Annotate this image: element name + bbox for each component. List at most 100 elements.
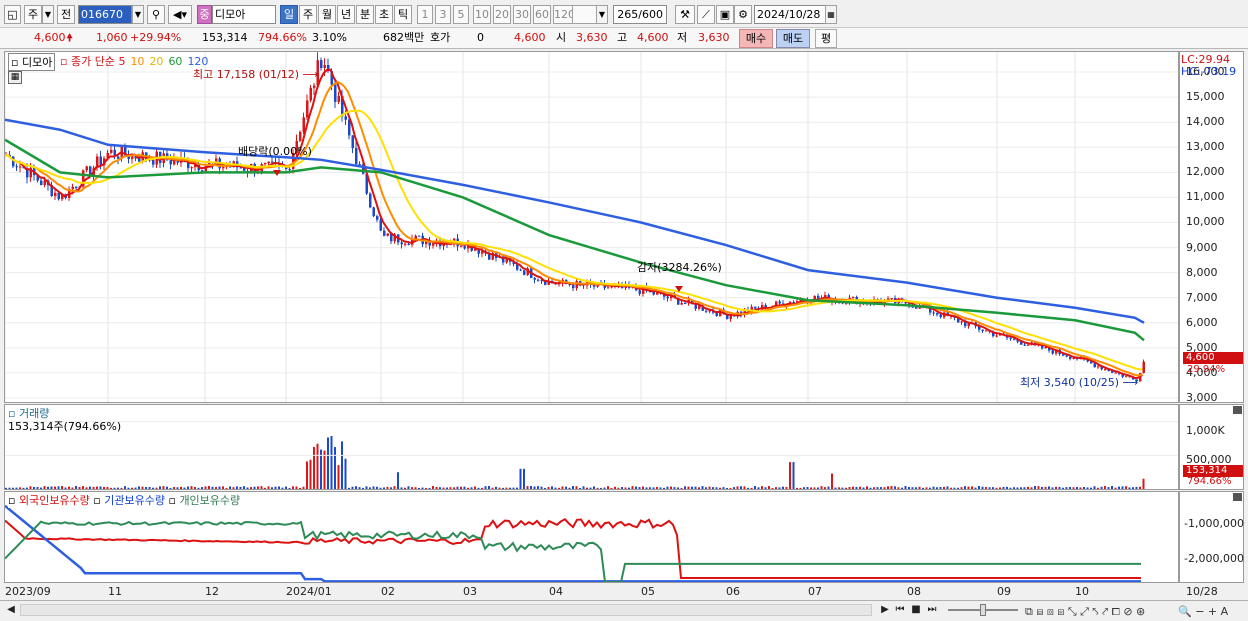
interval-button-10[interactable]: 10 bbox=[473, 5, 491, 24]
interval-button-120[interactable]: 120 bbox=[553, 5, 575, 24]
candle-body bbox=[19, 166, 22, 168]
candle-body bbox=[519, 269, 522, 271]
volume-bar bbox=[159, 486, 161, 489]
volume-bar bbox=[901, 487, 903, 489]
indicator-icon[interactable]: ⚒ bbox=[675, 5, 695, 24]
volume-bar bbox=[295, 486, 298, 489]
volume-bar bbox=[12, 487, 14, 489]
search-icon[interactable]: ⚲ bbox=[147, 5, 165, 24]
volume-bar bbox=[488, 486, 490, 489]
volume-bar bbox=[89, 486, 91, 489]
save-icon[interactable]: ▣ bbox=[716, 5, 734, 24]
volume-bar bbox=[743, 486, 746, 489]
drawing-tools-icons[interactable]: ⧉ ⧈ ⧇ ⧆ ⤡ ⤢ ⤣ ⤤ ⧠ ⊘ ⊛ bbox=[1025, 605, 1145, 619]
candle-body bbox=[705, 310, 708, 312]
holders-close-icon[interactable] bbox=[1233, 493, 1242, 501]
gear-icon[interactable]: ⚙ bbox=[734, 5, 752, 24]
volume-bar bbox=[806, 486, 809, 489]
candle-body bbox=[99, 156, 102, 166]
volume-bar bbox=[1121, 486, 1124, 489]
volume-bar bbox=[127, 487, 130, 489]
volume-bar bbox=[841, 487, 844, 489]
interval-button-1[interactable]: 1 bbox=[417, 5, 433, 24]
count-field[interactable]: 265/600 bbox=[613, 5, 667, 24]
volume-bar bbox=[526, 486, 529, 489]
volume-bar bbox=[544, 487, 546, 489]
period-button-6[interactable]: 틱 bbox=[394, 5, 412, 24]
volume-bar bbox=[1041, 486, 1043, 489]
buy-button[interactable]: 매수 bbox=[739, 29, 773, 48]
period-button-3[interactable]: 년 bbox=[337, 5, 355, 24]
zoom-icons[interactable]: 🔍 − + A bbox=[1178, 605, 1228, 618]
period-button-0[interactable]: 일 bbox=[280, 5, 298, 24]
volume-bar bbox=[964, 486, 966, 489]
last-price-tag: 4,600 bbox=[1183, 352, 1243, 364]
price-tick-1: 15,000 bbox=[1186, 90, 1225, 104]
interval-button-20[interactable]: 20 bbox=[493, 5, 511, 24]
interval-button-3[interactable]: 3 bbox=[435, 5, 451, 24]
trend-tool-icon[interactable]: ⟋ bbox=[697, 5, 715, 24]
volume-bar bbox=[904, 486, 907, 489]
code-dropdown-icon[interactable]: ▼ bbox=[132, 5, 144, 24]
prev-button[interactable]: 전 bbox=[57, 5, 75, 24]
first-page-icon[interactable]: ⏮ bbox=[893, 602, 907, 617]
volume-bar bbox=[260, 486, 263, 489]
calendar-icon[interactable]: ▦ bbox=[825, 5, 837, 24]
interval-button-5[interactable]: 5 bbox=[453, 5, 469, 24]
interval-button-60[interactable]: 60 bbox=[533, 5, 551, 24]
scroll-left-icon[interactable]: ◀ bbox=[4, 602, 18, 617]
market-select[interactable]: 주 bbox=[24, 5, 42, 24]
period-button-1[interactable]: 주 bbox=[299, 5, 317, 24]
volume-bar bbox=[29, 486, 32, 489]
avg-button[interactable]: 평 bbox=[815, 29, 837, 48]
low-marker-text: 최저 3,540 (10/25) bbox=[1020, 376, 1120, 389]
period-button-4[interactable]: 분 bbox=[356, 5, 374, 24]
volume-bar bbox=[736, 486, 739, 489]
zoom-slider-thumb[interactable] bbox=[980, 604, 986, 616]
volume-bar bbox=[929, 487, 931, 489]
volume-bar bbox=[652, 487, 655, 489]
period-button-2[interactable]: 월 bbox=[318, 5, 336, 24]
volume-bar bbox=[393, 486, 396, 489]
scroll-right-icon[interactable]: ▶ bbox=[878, 602, 892, 617]
candle-body bbox=[57, 192, 60, 200]
volume-bar bbox=[253, 486, 256, 489]
volume-bar bbox=[264, 487, 266, 489]
volume-bar bbox=[876, 487, 879, 489]
volume-bar bbox=[1027, 486, 1029, 489]
volume-bar bbox=[628, 487, 630, 489]
market-dropdown-icon[interactable]: ▼ bbox=[42, 5, 54, 24]
volume-chart[interactable] bbox=[5, 405, 1178, 489]
speaker-icon[interactable]: ◀▾ bbox=[168, 5, 192, 24]
horizontal-scrollbar[interactable] bbox=[20, 604, 872, 616]
window-icon[interactable]: ◱ bbox=[4, 5, 21, 24]
candle-body bbox=[1065, 355, 1068, 357]
volume-bar bbox=[712, 487, 714, 489]
volume-bar bbox=[1065, 487, 1068, 489]
sell-button[interactable]: 매도 bbox=[776, 29, 810, 48]
last-page-icon[interactable]: ⏭ bbox=[925, 602, 939, 617]
interval-button-30[interactable]: 30 bbox=[513, 5, 531, 24]
volume-bar bbox=[306, 461, 308, 489]
ma-line-60 bbox=[5, 138, 1145, 342]
volume-bar bbox=[614, 486, 616, 489]
candle-body bbox=[729, 315, 732, 319]
volume-close-icon[interactable] bbox=[1233, 406, 1242, 414]
volume-bar bbox=[285, 486, 287, 489]
price-chart[interactable] bbox=[5, 52, 1178, 402]
volume-bar bbox=[309, 459, 312, 489]
high-marker-text: 최고 17,158 (01/12) bbox=[193, 68, 300, 81]
period-button-5[interactable]: 초 bbox=[375, 5, 393, 24]
volume-bar bbox=[362, 487, 364, 489]
grid-table-icon[interactable]: ▦ bbox=[8, 71, 22, 84]
candle-body bbox=[463, 246, 466, 249]
candle-body bbox=[817, 295, 820, 299]
x-tick-4: 02 bbox=[381, 585, 395, 598]
stop-icon[interactable]: ■ bbox=[909, 602, 923, 617]
candle-body bbox=[71, 186, 74, 190]
interval-dropdown-icon[interactable]: ▼ bbox=[596, 5, 608, 24]
candle-body bbox=[323, 65, 326, 69]
volume-bar bbox=[586, 487, 588, 489]
date-field[interactable]: 2024/10/28 bbox=[754, 5, 826, 24]
stock-code-input[interactable]: 016670 bbox=[78, 5, 132, 24]
